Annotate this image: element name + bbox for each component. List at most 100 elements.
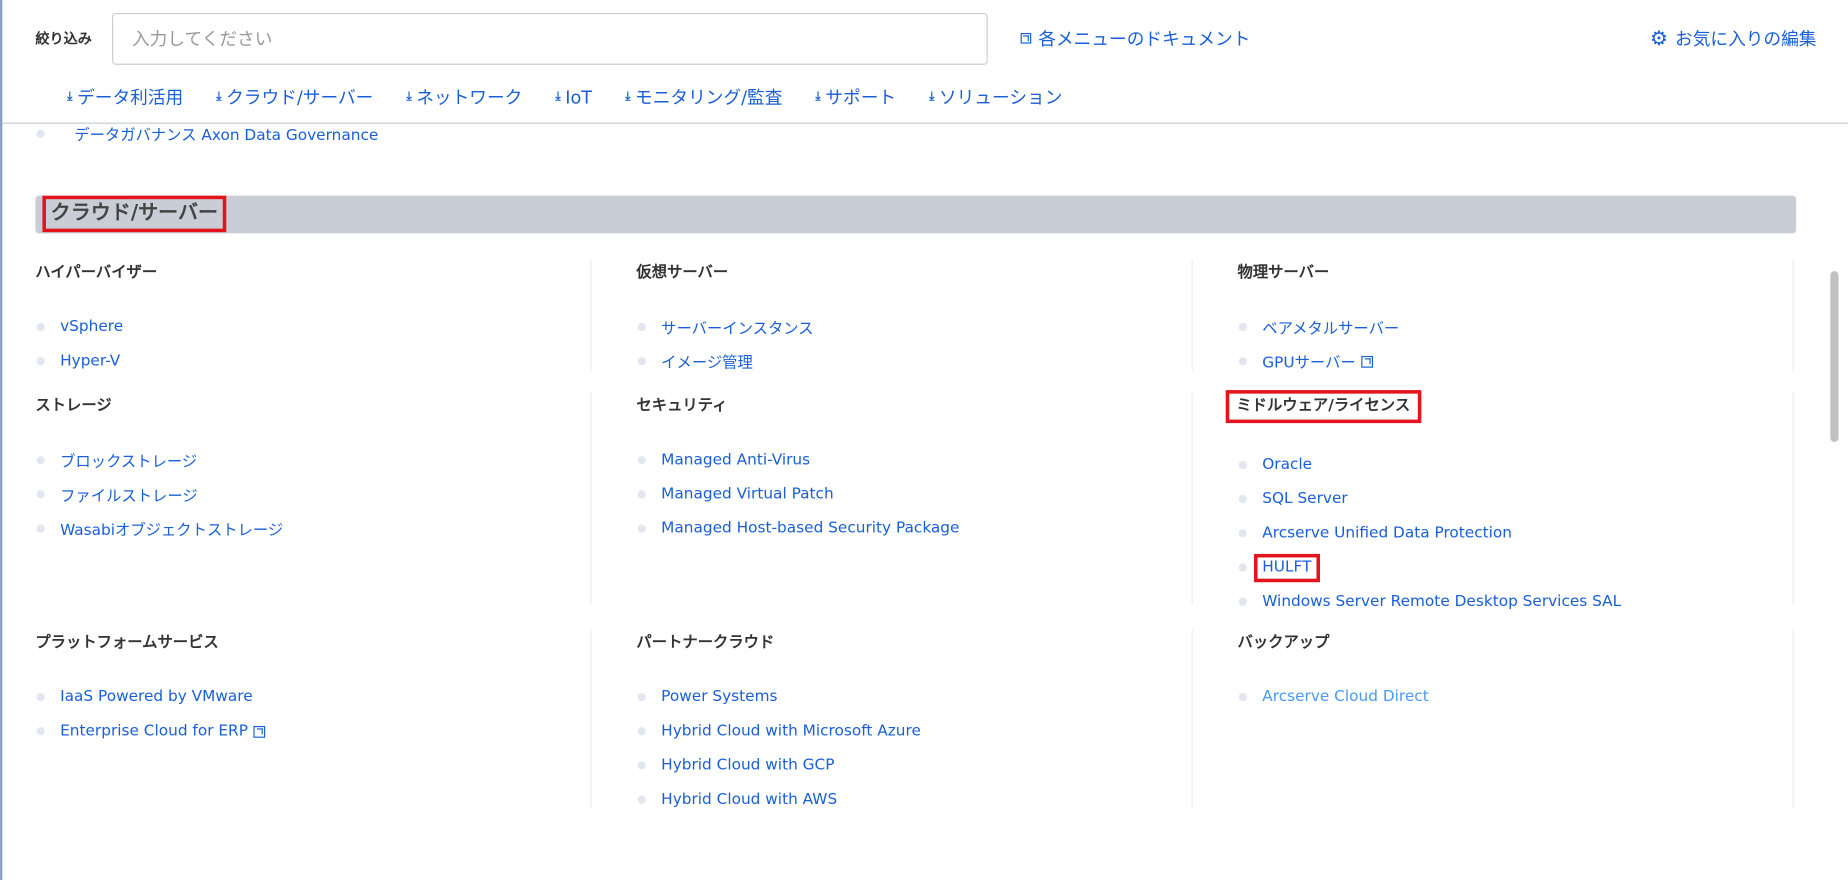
bullet-icon xyxy=(36,357,45,366)
group-list: IaaS Powered by VMware Enterprise Cloud f… xyxy=(35,680,590,748)
search-input[interactable] xyxy=(111,12,988,65)
bullet-icon xyxy=(1238,460,1247,470)
list-item: ベアメタルサーバー xyxy=(1237,310,1792,344)
group-list: サーバーインスタンス イメージ管理 xyxy=(636,310,1191,378)
group-title: パートナークラウド xyxy=(636,634,775,652)
nav-iot[interactable]: ⤓ IoT xyxy=(555,85,592,110)
nav-monitoring[interactable]: ⤓ モニタリング/監査 xyxy=(625,85,782,110)
menu-link[interactable]: Arcserve Cloud Direct xyxy=(1262,688,1428,706)
list-item: サーバーインスタンス xyxy=(636,310,1191,344)
nav-solution[interactable]: ⤓ ソリューション xyxy=(929,85,1062,110)
bullet-icon xyxy=(1238,357,1247,366)
list-item: IaaS Powered by VMware xyxy=(35,680,590,714)
menu-link[interactable]: ブロックストレージ xyxy=(60,449,197,472)
bullet-icon xyxy=(36,490,45,499)
bullet-icon xyxy=(36,524,45,533)
menu-link[interactable]: Managed Anti-Virus xyxy=(661,451,810,469)
external-link-icon xyxy=(253,725,266,738)
clipped-list-item[interactable]: データガバナンス Axon Data Governance xyxy=(35,123,378,145)
list-item: vSphere xyxy=(35,310,590,344)
group-title: プラットフォームサービス xyxy=(35,634,219,652)
menu-group: バックアップ Arcserve Cloud Direct xyxy=(1237,629,1794,809)
menu-link[interactable]: Hyper-V xyxy=(60,352,120,370)
list-item: Hybrid Cloud with GCP xyxy=(636,748,1191,782)
scrollbar[interactable] xyxy=(1830,271,1839,442)
menu-link[interactable]: Power Systems xyxy=(661,688,777,706)
menu-group: 物理サーバー ベアメタルサーバー GPUサーバー xyxy=(1237,259,1794,372)
list-item: Managed Virtual Patch xyxy=(636,477,1191,511)
nav-data[interactable]: ⤓ データ利活用 xyxy=(67,85,183,110)
menu-link[interactable]: vSphere xyxy=(60,318,123,336)
group-list: ベアメタルサーバー GPUサーバー xyxy=(1237,310,1792,378)
menu-group: プラットフォームサービス IaaS Powered by VMware Enterp… xyxy=(35,629,592,809)
bullet-icon xyxy=(637,761,646,770)
list-item: Arcserve Cloud Direct xyxy=(1237,680,1792,714)
menu-link[interactable]: Hybrid Cloud with GCP xyxy=(661,757,834,775)
menu-link[interactable]: Managed Virtual Patch xyxy=(661,486,833,504)
menu-link[interactable]: ベアメタルサーバー xyxy=(1262,316,1399,339)
gear-icon: ⚙ xyxy=(1649,26,1668,51)
menu-link[interactable]: Hybrid Cloud with Microsoft Azure xyxy=(661,722,921,740)
bullet-icon xyxy=(637,490,646,499)
menu-link[interactable]: Hybrid Cloud with AWS xyxy=(661,791,837,809)
nav-support[interactable]: ⤓ サポート xyxy=(815,85,896,110)
menu-link[interactable]: IaaS Powered by VMware xyxy=(60,688,253,706)
list-item: Hyper-V xyxy=(35,344,590,378)
download-arrow-icon: ⤓ xyxy=(815,90,821,104)
docs-link[interactable]: 各メニューのドキュメント xyxy=(1020,26,1250,51)
list-item: HULFT xyxy=(1237,550,1792,584)
bullet-icon xyxy=(1238,322,1247,332)
list-item: Managed Anti-Virus xyxy=(636,443,1191,477)
menu-group: ハイパーバイザー vSphere Hyper-V xyxy=(35,259,592,372)
group-title: ハイパーバイザー xyxy=(35,263,158,282)
edit-favorites-link[interactable]: ⚙ お気に入りの編集 xyxy=(1650,26,1816,51)
bullet-icon xyxy=(637,727,646,736)
list-item: Enterprise Cloud for ERP xyxy=(35,714,590,748)
menu-link[interactable]: Enterprise Cloud for ERP xyxy=(60,722,266,740)
group-title: セキュリティ xyxy=(636,397,728,415)
menu-link[interactable]: Windows Server Remote Desktop Services S… xyxy=(1262,593,1621,611)
list-item: Hybrid Cloud with Microsoft Azure xyxy=(636,714,1191,748)
menu-link[interactable]: ファイルストレージ xyxy=(60,483,198,506)
section-title: クラウド/サーバー xyxy=(42,195,227,233)
bullet-icon xyxy=(36,727,45,736)
bullet-icon xyxy=(1238,563,1247,572)
nav-network[interactable]: ⤓ ネットワーク xyxy=(406,85,522,110)
bullet-icon xyxy=(1238,692,1247,702)
menu-link[interactable]: GPUサーバー xyxy=(1262,350,1374,372)
menu-link[interactable]: Managed Host-based Security Package xyxy=(661,520,959,538)
nav-cloud-server[interactable]: ⤓ クラウド/サーバー xyxy=(216,85,373,110)
list-item: ファイルストレージ xyxy=(35,477,590,511)
download-arrow-icon: ⤓ xyxy=(555,90,561,104)
list-item: Power Systems xyxy=(636,680,1191,714)
list-item: GPUサーバー xyxy=(1237,344,1792,378)
menu-link[interactable]: Arcserve Unified Data Protection xyxy=(1262,524,1512,542)
list-item: Wasabiオブジェクトストレージ xyxy=(35,511,590,545)
group-list: Oracle SQL Server Arcserve Unified Data Pr… xyxy=(1237,448,1792,619)
menu-group: パートナークラウド Power Systems Hybrid Cloud with … xyxy=(636,629,1193,809)
menu-link[interactable]: Oracle xyxy=(1262,456,1312,474)
bullet-icon xyxy=(1238,597,1247,606)
menu-group: セキュリティ Managed Anti-Virus Managed Virtual … xyxy=(636,392,1193,605)
category-nav: ⤓ データ利活用 ⤓ クラウド/サーバー ⤓ ネットワーク ⤓ IoT ⤓ モニタリング/… xyxy=(67,85,1095,110)
menu-link[interactable]: Wasabiオブジェクトストレージ xyxy=(60,517,283,540)
bullet-icon xyxy=(637,322,646,332)
bullet-icon xyxy=(1238,494,1247,504)
group-list: Power Systems Hybrid Cloud with Microsoft… xyxy=(636,680,1191,817)
section-bar xyxy=(35,195,1797,234)
menu-link[interactable]: イメージ管理 xyxy=(661,350,753,373)
download-arrow-icon: ⤓ xyxy=(67,90,73,104)
menu-link[interactable]: SQL Server xyxy=(1262,490,1347,508)
menu-link[interactable]: HULFT xyxy=(1253,553,1320,582)
bullet-icon xyxy=(637,692,646,702)
download-arrow-icon: ⤓ xyxy=(625,90,631,104)
bullet-icon xyxy=(36,322,45,332)
bullet-icon xyxy=(637,456,646,465)
list-item: イメージ管理 xyxy=(636,344,1191,378)
download-arrow-icon: ⤓ xyxy=(406,90,412,104)
group-title: ミドルウェア/ライセンス xyxy=(1225,390,1421,424)
list-item: Oracle xyxy=(1237,448,1792,482)
bullet-icon xyxy=(637,357,646,366)
list-item: Windows Server Remote Desktop Services S… xyxy=(1237,585,1792,619)
menu-link[interactable]: サーバーインスタンス xyxy=(661,316,813,339)
